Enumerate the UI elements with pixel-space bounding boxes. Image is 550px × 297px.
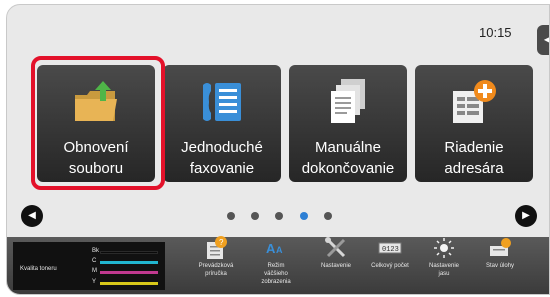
tile-label: Manuálne dokončovanie [301,139,395,177]
prev-page-button[interactable]: ◀ [21,205,43,227]
toner-bar-m [100,271,158,274]
zoom-text-icon: A A [266,241,283,256]
fax-icon [203,83,241,121]
svg-text:?: ? [219,238,224,247]
settings-tools-icon [325,237,346,258]
toner-label-m: M [92,268,97,274]
svg-text:A: A [266,241,276,256]
device-frame: 10:15 ◀ Obnovení souboru Jednoduché faxo… [0,0,550,297]
page-dot[interactable] [275,212,283,220]
address-book-add-icon [453,80,496,123]
svg-text:A: A [276,245,283,255]
job-status-button[interactable]: Stav úlohy [470,236,530,270]
tile-label: Riadenie adresára [444,139,504,177]
toner-title: Kvalita toneru [20,266,57,272]
page-dot[interactable] [251,212,259,220]
large-display-mode-button[interactable]: A A Režim väčšieho zobrazenia [246,236,306,286]
counter-icon: 0123 [378,242,402,254]
manual-icon: ? [207,236,227,259]
page-dot[interactable] [324,212,332,220]
tile-manual-finishing[interactable]: Manuálne dokončovanie [289,65,407,182]
toner-label-y: Y [92,279,97,285]
job-status-icon [490,238,511,256]
tile-easy-fax[interactable]: Jednoduché faxovanie [163,65,281,182]
speaker-icon[interactable]: ◀ [537,25,549,55]
tile-label: Jednoduché faxovanie [181,139,263,177]
toner-bar-y [100,282,158,285]
page-dot[interactable] [227,212,235,220]
documents-icon [331,79,365,123]
clock: 10:15 [479,25,512,40]
brightness-icon [434,238,454,258]
operation-guide-button[interactable]: ? Prevádzková príručka [186,236,246,278]
toner-bar-c [100,261,158,264]
tile-address-book[interactable]: Riadenie adresára [415,65,533,182]
toner-bar-bk [100,251,158,254]
brightness-button[interactable]: Nastavenie jasu [414,236,474,278]
settings-button[interactable]: Nastavenie [306,236,366,270]
next-page-button[interactable]: ▶ [515,205,537,227]
toner-label-c: C [92,258,97,264]
page-dot-active[interactable] [300,212,308,220]
svg-text:0123: 0123 [382,246,399,254]
total-count-button[interactable]: 0123 Celkový počet [360,236,420,270]
toner-label-bk: Bk [92,248,100,254]
selection-highlight [31,56,165,190]
